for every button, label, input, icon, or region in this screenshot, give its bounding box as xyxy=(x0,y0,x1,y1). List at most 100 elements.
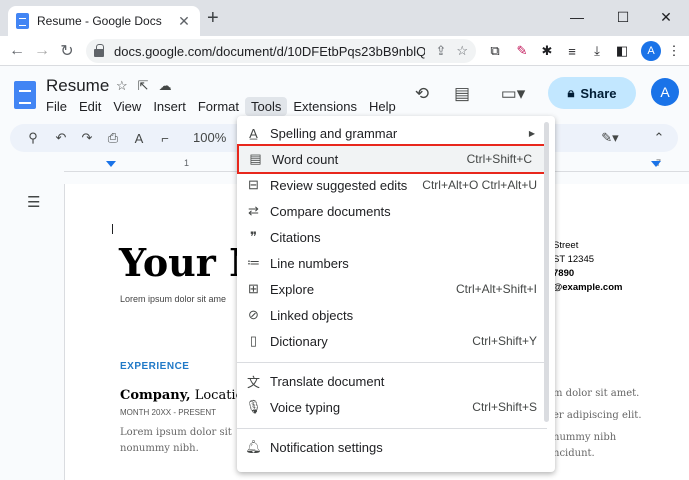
menu-item-label: Citations xyxy=(270,229,321,245)
menu-item-shortcut: Ctrl+Shift+S xyxy=(472,400,537,414)
menu-file[interactable]: File xyxy=(40,97,73,116)
minimize-button[interactable]: — xyxy=(554,2,600,32)
menu-item-label: Translate document xyxy=(270,373,385,389)
menu-item-line-numbers[interactable]: ≔ Line numbers xyxy=(237,250,549,276)
address-bar[interactable]: docs.google.com/document/d/10DFEtbPqs23b… xyxy=(86,39,476,63)
job-dates: MONTH 20XX - PRESENT xyxy=(120,408,217,417)
menu-scrollbar[interactable] xyxy=(544,122,549,422)
close-window-button[interactable]: ✕ xyxy=(643,2,689,32)
docs-header: Resume ☆ ⇱ ☁ File Edit View Insert Forma… xyxy=(0,67,689,121)
side-panel-icon[interactable]: ◧ xyxy=(612,41,632,61)
docs-favicon-icon xyxy=(16,13,29,29)
document-outline-icon[interactable]: ☰ xyxy=(27,193,40,211)
menu-item-translate[interactable]: 文 Translate document xyxy=(237,368,549,394)
menu-item-voice-typing[interactable]: 🎙︎ Voice typing Ctrl+Shift+S xyxy=(237,394,549,420)
menu-item-label: Voice typing xyxy=(270,399,341,415)
star-icon[interactable]: ☆ xyxy=(116,78,128,94)
collapse-toolbar-icon[interactable]: ⌃ xyxy=(650,129,668,147)
spellcheck-icon[interactable]: A xyxy=(130,129,148,147)
menu-insert[interactable]: Insert xyxy=(147,97,192,116)
move-folder-icon[interactable]: ⇱ xyxy=(138,78,149,94)
menu-item-word-count[interactable]: ▤ Word count Ctrl+Shift+C xyxy=(237,144,546,174)
contact-phone: 7890 xyxy=(553,268,575,279)
menu-item-review-edits[interactable]: ⊟ Review suggested edits Ctrl+Alt+O Ctrl… xyxy=(237,172,549,198)
editing-mode-icon[interactable]: ✎▾ xyxy=(596,129,624,147)
paint-format-icon[interactable]: ⌐ xyxy=(156,129,174,147)
word-count-icon: ▤ xyxy=(249,151,262,166)
browser-menu-icon[interactable]: ⋮ xyxy=(664,41,684,61)
cloud-saved-icon[interactable]: ☁ xyxy=(159,78,172,94)
menu-item-label: Linked objects xyxy=(270,307,354,323)
dictionary-icon: ▯ xyxy=(249,333,258,348)
undo-icon[interactable]: ↶ xyxy=(52,129,70,147)
maximize-button[interactable]: ☐ xyxy=(600,2,646,32)
menu-item-shortcut: Ctrl+Alt+O Ctrl+Alt+U xyxy=(422,178,537,192)
right-lorem: m dolor sit amet. xyxy=(553,388,640,399)
bell-icon: 🔔︎ xyxy=(245,439,262,454)
lock-icon xyxy=(94,44,104,57)
zoom-select[interactable]: 100% xyxy=(193,130,226,145)
right-lorem: nummy nibh xyxy=(553,432,617,443)
menu-help[interactable]: Help xyxy=(363,97,402,116)
menu-item-label: Line numbers xyxy=(270,255,349,271)
extension-screenshot-icon[interactable]: ⧉ xyxy=(485,41,505,61)
menu-format[interactable]: Format xyxy=(192,97,245,116)
share-label: Share xyxy=(580,85,617,101)
print-icon[interactable]: ⎙ xyxy=(104,129,122,147)
spellcheck-icon: A̲ xyxy=(249,125,258,141)
menu-item-explore[interactable]: ⊞ Explore Ctrl+Alt+Shift+I xyxy=(237,276,549,302)
menu-item-spelling-grammar[interactable]: A̲ Spelling and grammar ▶ xyxy=(237,120,549,146)
extensions-puzzle-icon[interactable]: ✱ xyxy=(537,41,557,61)
menu-item-citations[interactable]: ❞ Citations xyxy=(237,224,549,250)
search-menus-icon[interactable]: ⚲ xyxy=(24,129,42,147)
account-avatar[interactable]: A xyxy=(651,78,679,106)
share-page-icon[interactable]: ⇪ xyxy=(435,43,446,59)
menu-item-compare-documents[interactable]: ⇄ Compare documents xyxy=(237,198,549,224)
menu-item-label: Notification settings xyxy=(270,439,383,455)
meet-camera-icon[interactable]: ▭▾ xyxy=(493,81,533,107)
review-edits-icon: ⊟ xyxy=(248,177,259,192)
menu-item-dictionary[interactable]: ▯ Dictionary Ctrl+Shift+Y xyxy=(237,328,549,354)
text-cursor xyxy=(112,224,113,234)
docs-menubar: File Edit View Insert Format Tools Exten… xyxy=(40,97,402,116)
menu-edit[interactable]: Edit xyxy=(73,97,107,116)
menu-item-label: Word count xyxy=(272,151,339,167)
download-icon[interactable]: ⤓ xyxy=(587,41,607,61)
url-text: docs.google.com/document/d/10DFEtbPqs23b… xyxy=(114,43,426,59)
extension-color-icon[interactable]: ✎ xyxy=(512,41,532,61)
menu-divider xyxy=(237,362,547,363)
menu-item-linked-objects[interactable]: ⊘ Linked objects xyxy=(237,302,549,328)
redo-icon[interactable]: ↷ xyxy=(78,129,96,147)
bookmark-star-icon[interactable]: ☆ xyxy=(456,43,468,59)
compare-icon: ⇄ xyxy=(248,203,259,218)
translate-icon: 文 xyxy=(246,374,260,390)
document-title[interactable]: Resume xyxy=(46,76,109,96)
contact-street: Street xyxy=(553,240,579,251)
right-indent-marker[interactable] xyxy=(651,161,661,167)
share-button[interactable]: 🔒︎ Share xyxy=(548,77,636,109)
browser-profile-avatar[interactable]: A xyxy=(641,41,661,61)
browser-toolbar: ← → ↻ docs.google.com/document/d/10DFEtb… xyxy=(0,36,689,66)
menu-item-label: Dictionary xyxy=(270,333,328,349)
right-lorem: ncidunt. xyxy=(553,448,595,459)
forward-arrow-icon[interactable]: → xyxy=(31,40,53,62)
tab-close-icon[interactable]: ✕ xyxy=(176,13,192,30)
menu-tools[interactable]: Tools xyxy=(245,97,288,116)
reload-icon[interactable]: ↻ xyxy=(56,40,78,62)
contact-city: ST 12345 xyxy=(553,254,595,265)
back-arrow-icon[interactable]: ← xyxy=(6,40,28,62)
menu-item-notification-settings[interactable]: 🔔︎ Notification settings xyxy=(237,434,549,460)
new-tab-button[interactable]: + xyxy=(207,8,219,28)
microphone-icon: 🎙︎ xyxy=(245,399,262,414)
version-history-icon[interactable]: ⟲ xyxy=(409,81,435,107)
reading-list-icon[interactable]: ≡ xyxy=(562,41,582,61)
menu-divider xyxy=(237,428,547,429)
browser-tab[interactable]: Resume - Google Docs ✕ xyxy=(8,6,200,36)
job-description: Lorem ipsum dolor sit nonummy nibh. xyxy=(120,427,232,454)
company-line: Company, Location xyxy=(120,388,252,403)
comments-icon[interactable]: ▤ xyxy=(449,81,475,107)
left-indent-marker[interactable] xyxy=(106,161,116,167)
menu-view[interactable]: View xyxy=(107,97,147,116)
menu-extensions[interactable]: Extensions xyxy=(287,97,363,116)
docs-logo-icon[interactable] xyxy=(14,81,36,109)
